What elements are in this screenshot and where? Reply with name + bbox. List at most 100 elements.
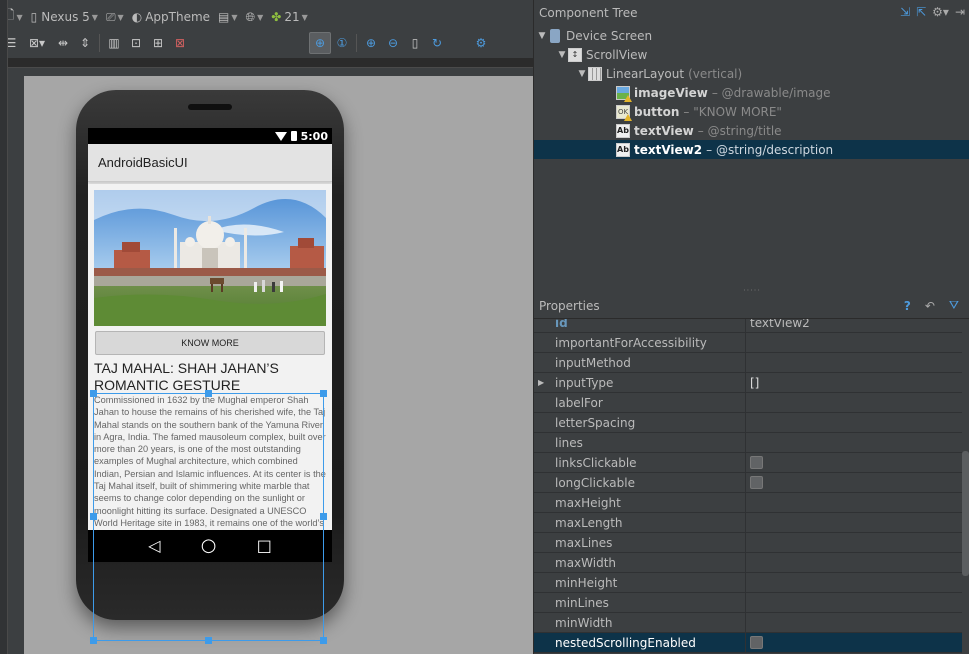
tree-node-textview2[interactable]: Ab textView2 – @string/description — [534, 140, 969, 159]
prop-value-field[interactable] — [746, 433, 962, 452]
hide-panel-icon[interactable]: ⇥ — [955, 5, 965, 19]
back-icon[interactable]: ◁ — [148, 537, 160, 555]
tree-node-button[interactable]: OK button – "KNOW MORE" — [534, 102, 969, 121]
match-height-icon: ⇕ — [79, 36, 91, 50]
baseline-icon: ⊡ — [130, 36, 142, 50]
right-panels: Component Tree ⇲ ⇱ ⚙▾ ⇥ ▼ Device Screen … — [533, 0, 969, 654]
help-icon[interactable]: ? — [904, 299, 911, 313]
prop-value-field[interactable] — [746, 513, 962, 532]
expand-all-icon[interactable]: ⇲ — [900, 5, 910, 19]
recents-icon[interactable]: □ — [257, 537, 272, 555]
editor-settings-button[interactable]: ⚙ — [470, 32, 492, 54]
prop-value-cell — [746, 473, 962, 492]
prop-row-letterSpacing[interactable]: letterSpacing — [534, 413, 962, 433]
prop-row-maxLines[interactable]: maxLines — [534, 533, 962, 553]
collapse-all-icon[interactable]: ⇱ — [916, 5, 926, 19]
api-level-dropdown[interactable]: ✤ 21 ▼ — [267, 6, 312, 28]
chevron-down-icon: ▼ — [231, 12, 238, 22]
zoom-out-button[interactable]: ⊖ — [382, 32, 404, 54]
locale-dropdown[interactable]: 🌐︎ ▼ — [242, 6, 268, 28]
properties-table: id textView2 importantForAccessibility i… — [534, 318, 969, 654]
prop-value-field[interactable] — [746, 393, 962, 412]
expand-arrow-icon[interactable]: ▼ — [556, 50, 568, 60]
prop-value-field[interactable] — [746, 553, 962, 572]
prop-row-minHeight[interactable]: minHeight — [534, 573, 962, 593]
prop-row-inputMethod[interactable]: inputMethod — [534, 353, 962, 373]
clear-constraints-button[interactable]: ⊠ — [169, 32, 191, 54]
prop-row-maxWidth[interactable]: maxWidth — [534, 553, 962, 573]
baseline-button[interactable]: ⊡ — [125, 32, 147, 54]
prop-value-field[interactable]: textView2 — [746, 319, 962, 332]
nested-scrolling-checkbox[interactable] — [750, 636, 763, 649]
status-time: 5:00 — [300, 129, 328, 143]
prop-row-importantForAccessibility[interactable]: importantForAccessibility — [534, 333, 962, 353]
prop-row-id[interactable]: id textView2 — [534, 319, 962, 333]
prop-value-cell — [746, 633, 962, 652]
tree-node-linearlayout[interactable]: ▼ LinearLayout (vertical) — [534, 64, 969, 83]
device-screen[interactable]: 5:00 AndroidBasicUI KNOW MORE TAJ MAHAL:… — [88, 128, 332, 562]
links-clickable-checkbox[interactable] — [750, 456, 763, 469]
properties-scrollbar[interactable] — [962, 451, 969, 576]
filter-icon[interactable]: ⛛ — [949, 298, 959, 313]
expand-arrow-icon[interactable]: ▼ — [576, 69, 588, 79]
warning-icon — [624, 113, 632, 121]
home-icon[interactable]: ○ — [201, 537, 217, 555]
zoom-fit-button[interactable]: ⊕ — [309, 32, 331, 54]
prop-value-field[interactable] — [746, 413, 962, 432]
prop-value-field[interactable]: [] — [746, 373, 962, 392]
match-width-icon: ⇹ — [57, 36, 69, 50]
expand-arrow-icon[interactable]: ▼ — [536, 31, 548, 41]
prop-value-field[interactable] — [746, 593, 962, 612]
orientation-dropdown[interactable]: ⎚ ▼ — [102, 6, 128, 28]
chevron-down-icon: ▼ — [257, 12, 264, 22]
prop-value-field[interactable] — [746, 573, 962, 592]
prop-row-longClickable[interactable]: longClickable — [534, 473, 962, 493]
toolbar-divider — [356, 34, 357, 52]
prop-row-inputType[interactable]: ▶ inputType [] — [534, 373, 962, 393]
tree-node-textview[interactable]: Ab textView – @string/title — [534, 121, 969, 140]
tree-node-scrollview[interactable]: ▼ ↕ ScrollView — [534, 45, 969, 64]
gravity-button[interactable]: ⊠▾ — [22, 32, 52, 54]
margins-button[interactable]: ⊞ — [147, 32, 169, 54]
prop-row-minLines[interactable]: minLines — [534, 593, 962, 613]
know-more-button[interactable]: KNOW MORE — [95, 331, 325, 355]
prop-value-field[interactable] — [746, 353, 962, 372]
warning-icon — [624, 94, 632, 102]
prop-row-nestedScrollingEnabled[interactable]: nestedScrollingEnabled — [534, 633, 962, 653]
zoom-actual-button[interactable]: ① — [331, 32, 353, 54]
match-height-button[interactable]: ⇕ — [74, 32, 96, 54]
prop-row-maxLength[interactable]: maxLength — [534, 513, 962, 533]
tree-node-label: Device Screen — [566, 28, 653, 43]
long-clickable-checkbox[interactable] — [750, 476, 763, 489]
prop-row-minWidth[interactable]: minWidth — [534, 613, 962, 633]
restore-default-icon[interactable]: ↶ — [925, 299, 935, 313]
prop-name: importantForAccessibility — [534, 333, 746, 352]
activity-dropdown[interactable]: ▤ ▼ — [214, 6, 242, 28]
prop-row-lines[interactable]: lines — [534, 433, 962, 453]
scroll-content[interactable]: KNOW MORE TAJ MAHAL: SHAH JAHAN’S ROMANT… — [88, 184, 332, 530]
prop-name: maxWidth — [534, 553, 746, 572]
taj-mahal-image[interactable] — [94, 190, 326, 326]
expand-arrow-icon[interactable]: ▶ — [538, 378, 555, 387]
orientation-icon: ⎚ — [105, 9, 116, 24]
prop-row-maxHeight[interactable]: maxHeight — [534, 493, 962, 513]
device-dropdown[interactable]: ▯ Nexus 5 ▼ — [27, 6, 102, 28]
prop-row-labelFor[interactable]: labelFor — [534, 393, 962, 413]
prop-value-field[interactable] — [746, 333, 962, 352]
match-width-button[interactable]: ⇹ — [52, 32, 74, 54]
status-bar: 5:00 — [88, 128, 332, 144]
prop-value-field[interactable] — [746, 613, 962, 632]
tree-node-desc: – @drawable/image — [711, 85, 831, 100]
theme-button[interactable]: ◐ AppTheme — [128, 6, 214, 28]
prop-value-field[interactable] — [746, 533, 962, 552]
gear-icon[interactable]: ⚙▾ — [932, 5, 949, 19]
tree-node-imageview[interactable]: imageView – @drawable/image — [534, 83, 969, 102]
prop-row-linksClickable[interactable]: linksClickable — [534, 453, 962, 473]
zoom-in-button[interactable]: ⊕ — [360, 32, 382, 54]
tree-node-device-screen[interactable]: ▼ Device Screen — [534, 26, 969, 45]
prop-value-field[interactable] — [746, 493, 962, 512]
refresh-button[interactable]: ↻ — [426, 32, 448, 54]
distribute-button[interactable]: ▥ — [103, 32, 125, 54]
screenshot-button[interactable]: ▯ — [404, 32, 426, 54]
panel-splitter[interactable]: ····· — [534, 286, 969, 295]
